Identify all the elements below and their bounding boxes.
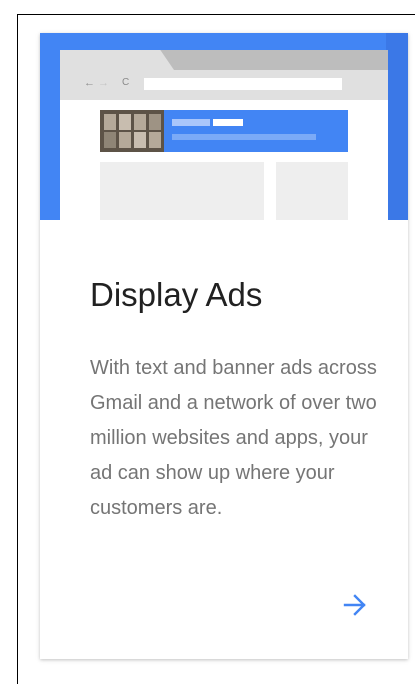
card-description: With text and banner ads across Gmail an… [90,357,377,519]
banner-ad [100,110,348,152]
content-block-left [100,162,264,220]
browser-mockup: ← → C [60,50,388,220]
ad-headline-bar [172,119,210,126]
arrow-right-icon[interactable] [340,590,370,620]
arrow-right-icon-graphic [343,594,366,616]
ad-headline-bar-highlight [213,119,243,126]
display-ads-card[interactable]: ← → C Display Ads With text and banner a… [40,33,408,659]
browser-tab [60,50,174,70]
card-title: Display Ads [90,276,263,313]
ad-text-bar [172,134,316,140]
address-bar [144,78,342,90]
back-arrow-icon: ← [84,77,95,89]
browser-tab-bar [60,50,388,70]
reload-icon: C [122,77,130,88]
ad-product-image [100,110,164,152]
forward-arrow-icon: → [98,77,109,89]
hero-edge-shade [386,33,408,220]
browser-toolbar: ← → C [60,70,388,100]
content-block-right [276,162,348,220]
hero-illustration: ← → C [40,33,408,220]
